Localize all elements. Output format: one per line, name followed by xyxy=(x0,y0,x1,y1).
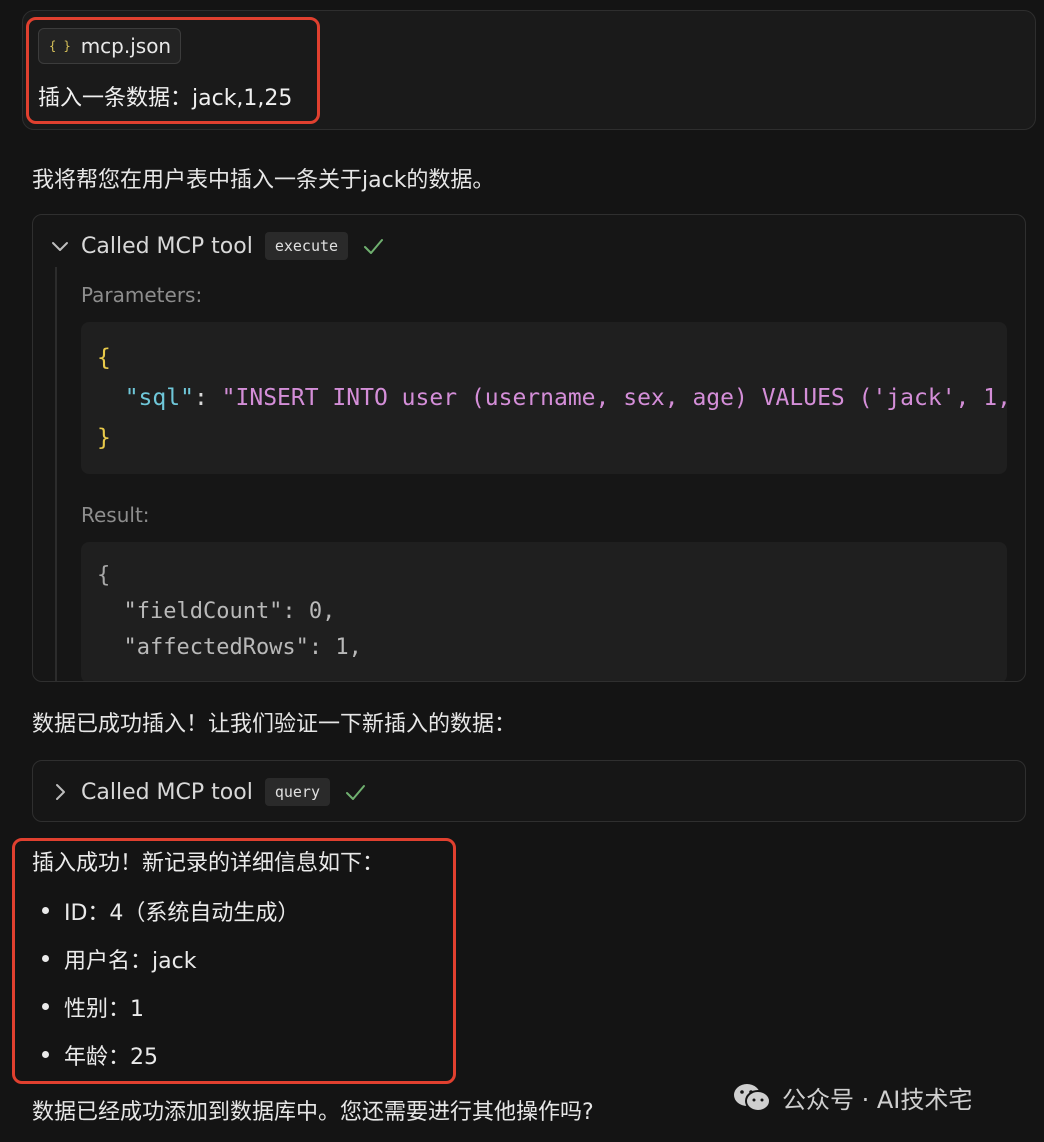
result-code-block[interactable]: { "fieldCount": 0, "affectedRows": 1, xyxy=(81,542,1007,681)
code-close-brace: } xyxy=(97,425,111,451)
closing-text: 数据已经成功添加到数据库中。您还需要进行其他操作吗? xyxy=(32,1100,594,1125)
watermark-text: 公众号 · AI技术宅 xyxy=(782,1086,973,1114)
code-sql-value: "INSERT INTO user (username, sex, age) V… xyxy=(221,385,1007,411)
code-key: "sql" xyxy=(124,385,194,411)
tool-call-title: Called MCP tool xyxy=(81,779,253,805)
tool-call-panel-execute: Called MCP tool execute Parameters: { "s… xyxy=(32,214,1026,682)
check-icon xyxy=(344,781,366,803)
code-open-brace: { xyxy=(97,345,111,371)
check-icon xyxy=(362,235,384,257)
highlight-box-user-message xyxy=(26,17,320,124)
assistant-intro-text: 我将帮您在用户表中插入一条关于jack的数据。 xyxy=(32,168,495,193)
chat-view: { } mcp.json 插入一条数据：jack,1,25 我将帮您在用户表中插… xyxy=(0,0,1044,1142)
code-colon: : xyxy=(193,385,222,411)
highlight-box-summary xyxy=(12,838,456,1084)
chevron-right-icon xyxy=(51,783,69,801)
tool-name-tag: query xyxy=(264,778,330,806)
result-label: Result: xyxy=(81,503,150,527)
tool-call-body xyxy=(55,267,57,681)
tool-call-header[interactable]: Called MCP tool execute xyxy=(33,215,1025,277)
tool-name-tag: execute xyxy=(264,232,349,260)
assistant-verify-text: 数据已成功插入！让我们验证一下新插入的数据： xyxy=(32,712,517,737)
tool-call-panel-query: Called MCP tool query xyxy=(32,760,1026,822)
parameters-code-block[interactable]: { "sql": "INSERT INTO user (username, se… xyxy=(81,322,1007,474)
tool-call-header[interactable]: Called MCP tool query xyxy=(33,761,1025,821)
watermark: 公众号 · AI技术宅 xyxy=(732,1080,972,1115)
tool-call-title: Called MCP tool xyxy=(81,233,253,259)
wechat-icon xyxy=(732,1081,772,1115)
parameters-label: Parameters: xyxy=(81,283,203,307)
result-line: { xyxy=(97,563,111,588)
result-line: "fieldCount": 0, xyxy=(97,599,336,624)
chevron-down-icon xyxy=(51,237,69,255)
result-line: "affectedRows": 1, xyxy=(97,635,362,660)
